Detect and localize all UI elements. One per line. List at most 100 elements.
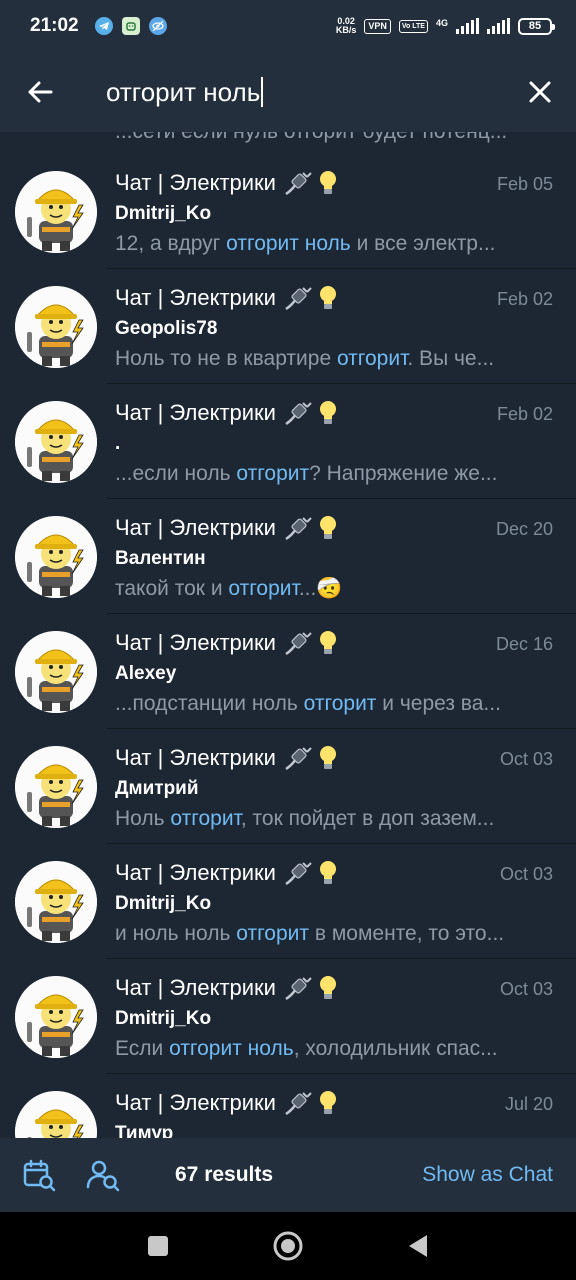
close-icon: [529, 81, 551, 103]
snippet-text: ? Напряжение же...: [309, 462, 498, 485]
back-button[interactable]: [0, 52, 80, 132]
signal-icon: [456, 18, 479, 34]
result-sender: .: [115, 433, 121, 454]
system-back-button[interactable]: [398, 1226, 438, 1266]
chat-title: Чат | Электрики: [115, 515, 338, 541]
highlighted-match: отгорит: [236, 922, 310, 945]
electric-plug-icon: [285, 172, 312, 196]
chat-title: Чат | Электрики: [115, 400, 338, 426]
text-caret: [261, 77, 264, 107]
search-by-user-button[interactable]: [71, 1138, 135, 1212]
home-button[interactable]: [268, 1226, 308, 1266]
chat-title-text: Чат | Электрики: [115, 400, 276, 425]
chat-avatar: [15, 631, 97, 713]
electric-plug-icon: [285, 402, 312, 426]
search-result-row[interactable]: Чат | Электрики Feb 02 Geopolis78 Ноль то н…: [0, 269, 576, 384]
back-triangle-icon: [409, 1235, 427, 1257]
search-result-row[interactable]: Чат | Электрики Oct 03 Дмитрий Ноль отгорит…: [0, 729, 576, 844]
vpn-badge: VPN: [364, 18, 391, 34]
snippet-text: Если: [115, 1037, 170, 1060]
chat-title: Чат | Электрики: [115, 975, 338, 1001]
result-sender: Dmitrij_Ko: [115, 203, 212, 224]
search-result-row[interactable]: Чат | Электрики Dec 20 Валентин такой ток и…: [0, 499, 576, 614]
chat-avatar: [15, 286, 97, 368]
result-date: Oct 03: [499, 749, 553, 769]
chat-title-text: Чат | Электрики: [115, 860, 276, 885]
battery-level: 85: [528, 20, 542, 32]
snippet-text: и ноль ноль: [115, 922, 237, 945]
result-date: Oct 03: [499, 864, 553, 884]
chat-avatar: [15, 746, 97, 828]
search-header: отгорит ноль: [0, 52, 576, 132]
chat-avatar: [15, 401, 97, 483]
search-query: отгорит ноль: [106, 76, 261, 107]
light-bulb-icon: [319, 286, 336, 309]
result-snippet: Если отгорит ноль, холодильник спас...: [115, 1037, 529, 1061]
search-by-date-button[interactable]: [7, 1138, 71, 1212]
search-result-row[interactable]: Чат | Электрики Feb 05 Dmitrij_Ko 12, а вдр…: [0, 154, 576, 269]
snippet-text: ...подстанции ноль: [115, 692, 304, 715]
result-date: Feb 02: [496, 289, 553, 309]
status-app-icons: [94, 17, 167, 35]
search-result-row[interactable]: Чат | Электрики Feb 02. ...если ноль отгор…: [0, 384, 576, 499]
status-indicators: 0.02 KB/s VPN Vo LTE 4G 85: [335, 17, 555, 35]
result-sender: Alexey: [115, 663, 177, 684]
telegram-icon: [94, 17, 113, 35]
snippet-text: и через ва...: [376, 692, 501, 715]
clear-search-button[interactable]: [504, 52, 576, 132]
electric-plug-icon: [285, 862, 312, 886]
show-as-chat-button[interactable]: Show as Chat: [422, 1163, 553, 1187]
chat-title: Чат | Электрики: [115, 285, 338, 311]
search-result-row[interactable]: Чат | Электрики Oct 03 Dmitrij_Ko Если отго…: [0, 959, 576, 1074]
chat-avatar: [15, 171, 97, 253]
chat-avatar: [15, 976, 97, 1058]
highlighted-match: отгорит: [228, 577, 299, 600]
result-sender: Валентин: [115, 548, 206, 569]
light-bulb-icon: [319, 746, 336, 769]
status-bar: 21:02 0.02 KB/s VPN Vo LTE 4G 85: [0, 0, 576, 52]
electric-plug-icon: [285, 287, 312, 311]
search-result-row[interactable]: Чат | Электрики Dec 16 Alexey ...подстанции…: [0, 614, 576, 729]
snippet-text: такой ток и: [115, 577, 229, 600]
chat-title: Чат | Электрики: [115, 745, 338, 771]
result-date: Dec 20: [495, 519, 553, 539]
search-input[interactable]: отгорит ноль: [80, 77, 504, 108]
result-date: Oct 03: [499, 979, 553, 999]
result-snippet: ...если ноль отгорит? Напряжение же...: [115, 462, 529, 486]
signal-icon-2: [487, 18, 510, 34]
results-count: 67 results: [175, 1163, 274, 1186]
system-nav-bar: [0, 1212, 576, 1280]
result-date: Feb 02: [496, 404, 553, 424]
user-search-icon: [86, 1160, 120, 1192]
snippet-text: 12, а вдруг: [115, 232, 227, 255]
network-speed-unit: KB/s: [335, 25, 357, 35]
chat-avatar: [15, 861, 97, 943]
chat-title-text: Чат | Электрики: [115, 630, 276, 655]
result-snippet: 12, а вдруг отгорит ноль и все электр...: [115, 232, 529, 256]
calendar-search-icon: [23, 1159, 56, 1192]
result-snippet: такой ток и отгорит...🤕: [115, 577, 529, 601]
chat-title-text: Чат | Электрики: [115, 1090, 276, 1115]
search-results-list[interactable]: ...сети если нуль отгорит будет потенц..…: [0, 132, 576, 1138]
volte-badge: Vo LTE: [398, 19, 428, 33]
light-bulb-icon: [319, 861, 336, 884]
recents-button[interactable]: [138, 1226, 178, 1266]
light-bulb-icon: [319, 976, 336, 999]
chat-title-text: Чат | Электрики: [115, 975, 276, 1000]
search-result-row[interactable]: Чат | Электрики Jul 20 Тимур: [0, 1074, 576, 1138]
snippet-text: Ноль: [115, 807, 171, 830]
highlighted-match: отгорит: [170, 807, 241, 830]
partial-result-row[interactable]: ...сети если нуль отгорит будет потенц..…: [0, 132, 576, 154]
light-bulb-icon: [319, 516, 336, 539]
light-bulb-icon: [319, 631, 336, 654]
light-bulb-icon: [319, 171, 336, 194]
search-result-row[interactable]: Чат | Электрики Oct 03 Dmitrij_Ko и ноль но…: [0, 844, 576, 959]
snippet-text: , холодильник спас...: [293, 1037, 498, 1060]
result-date: Jul 20: [504, 1094, 553, 1114]
chat-title: Чат | Электрики: [115, 170, 338, 196]
network-type: 4G: [435, 18, 448, 28]
highlighted-match: отгорит ноль: [226, 232, 351, 255]
android-app-icon: [121, 17, 140, 35]
chat-title: Чат | Электрики: [115, 630, 338, 656]
highlighted-match: отгорит: [303, 692, 377, 715]
